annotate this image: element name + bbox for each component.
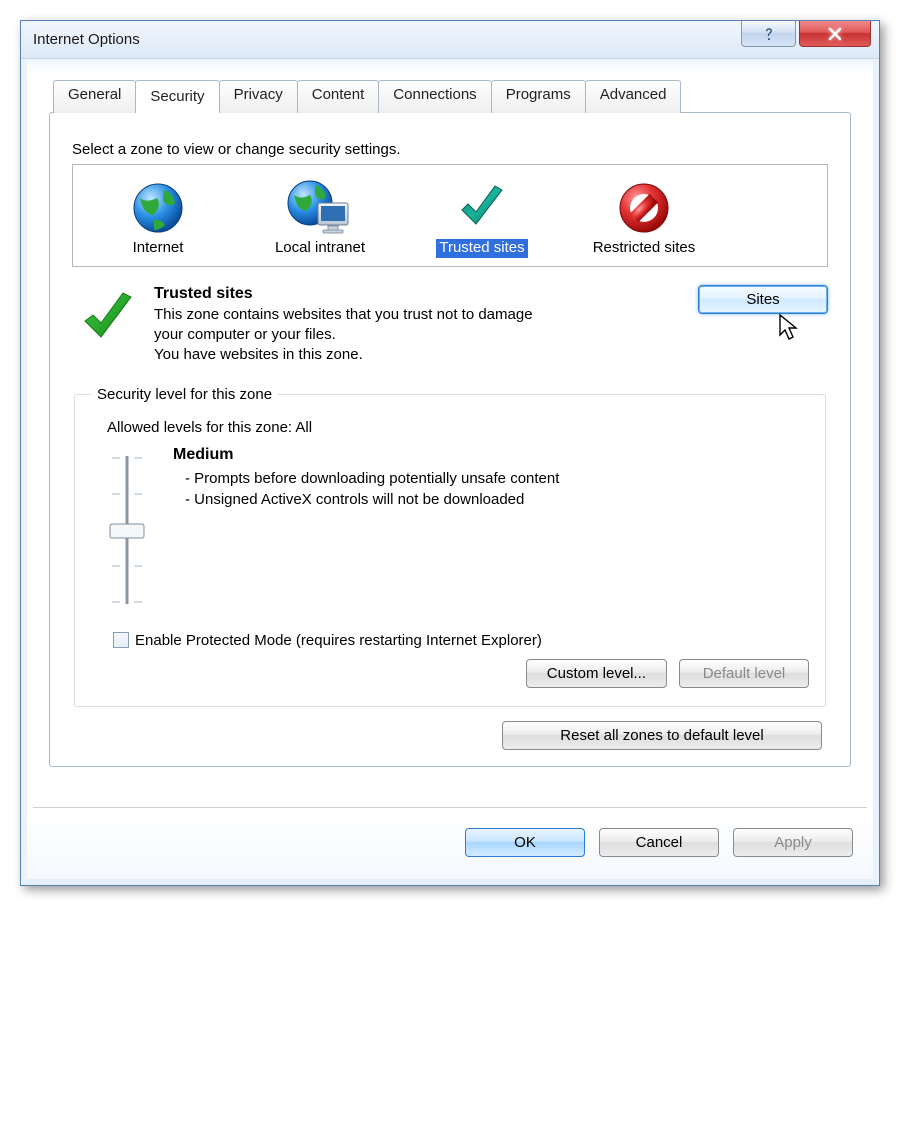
- close-icon: [827, 26, 843, 42]
- tab-content[interactable]: Content: [297, 80, 380, 113]
- apply-button[interactable]: Apply: [733, 828, 853, 857]
- security-level-name: Medium: [173, 446, 559, 464]
- security-bullet-1: - Prompts before downloading potentially…: [173, 468, 559, 489]
- allowed-levels-text: Allowed levels for this zone: All: [107, 419, 809, 436]
- tab-connections[interactable]: Connections: [378, 80, 491, 113]
- tab-security[interactable]: Security: [135, 80, 219, 113]
- globe-icon: [130, 180, 186, 236]
- checkmark-large-icon: [79, 289, 137, 347]
- default-level-button[interactable]: Default level: [679, 659, 809, 688]
- no-entry-icon: [616, 180, 672, 236]
- tab-general[interactable]: General: [53, 80, 136, 113]
- security-bullet-2: - Unsigned ActiveX controls will not be …: [173, 489, 559, 510]
- dialog-body: General Security Privacy Content Connect…: [21, 59, 879, 810]
- footer-separator: [33, 807, 867, 808]
- tab-privacy[interactable]: Privacy: [219, 80, 298, 113]
- security-level-bullets: - Prompts before downloading potentially…: [173, 468, 559, 510]
- zone-label: Trusted sites: [436, 239, 527, 258]
- zone-instruction: Select a zone to view or change security…: [72, 141, 828, 158]
- globe-monitor-icon: [286, 179, 354, 237]
- tab-strip: General Security Privacy Content Connect…: [49, 80, 851, 113]
- zone-label: Restricted sites: [590, 239, 699, 258]
- titlebar-controls: [741, 21, 879, 49]
- zone-label: Internet: [130, 239, 187, 258]
- window-title: Internet Options: [33, 31, 140, 48]
- security-level-legend: Security level for this zone: [91, 386, 278, 403]
- ok-button[interactable]: OK: [465, 828, 585, 857]
- cancel-button[interactable]: Cancel: [599, 828, 719, 857]
- checkmark-icon: [454, 180, 510, 236]
- zone-label: Local intranet: [272, 239, 368, 258]
- close-button[interactable]: [799, 21, 871, 47]
- zone-item-internet[interactable]: Internet: [83, 175, 233, 258]
- zone-description-row: Trusted sites This zone contains website…: [72, 285, 828, 366]
- help-icon: [761, 26, 777, 42]
- help-button[interactable]: [741, 21, 796, 47]
- cursor-icon: [778, 313, 802, 341]
- zone-item-trusted-sites[interactable]: Trusted sites: [407, 175, 557, 258]
- custom-level-button[interactable]: Custom level...: [526, 659, 667, 688]
- zone-detail-status: You have websites in this zone.: [154, 346, 363, 363]
- tab-programs[interactable]: Programs: [491, 80, 586, 113]
- tab-advanced[interactable]: Advanced: [585, 80, 682, 113]
- zone-detail-description: This zone contains websites that you tru…: [154, 306, 533, 343]
- tab-panel-security: Select a zone to view or change security…: [49, 112, 851, 767]
- titlebar: Internet Options: [21, 21, 879, 59]
- protected-mode-checkbox[interactable]: [113, 632, 129, 648]
- zone-item-restricted-sites[interactable]: Restricted sites: [569, 175, 719, 258]
- security-level-group: Security level for this zone Allowed lev…: [74, 386, 826, 707]
- reset-all-zones-button[interactable]: Reset all zones to default level: [502, 721, 822, 750]
- sites-button[interactable]: Sites: [698, 285, 828, 314]
- security-slider[interactable]: [106, 450, 148, 610]
- zone-list: Internet: [72, 164, 828, 267]
- dialog-window: Internet Options General Security Privac…: [20, 20, 880, 886]
- protected-mode-label: Enable Protected Mode (requires restarti…: [135, 632, 542, 649]
- dialog-footer: OK Cancel Apply: [21, 810, 879, 885]
- zone-item-local-intranet[interactable]: Local intranet: [245, 175, 395, 258]
- zone-detail-title: Trusted sites: [154, 285, 600, 303]
